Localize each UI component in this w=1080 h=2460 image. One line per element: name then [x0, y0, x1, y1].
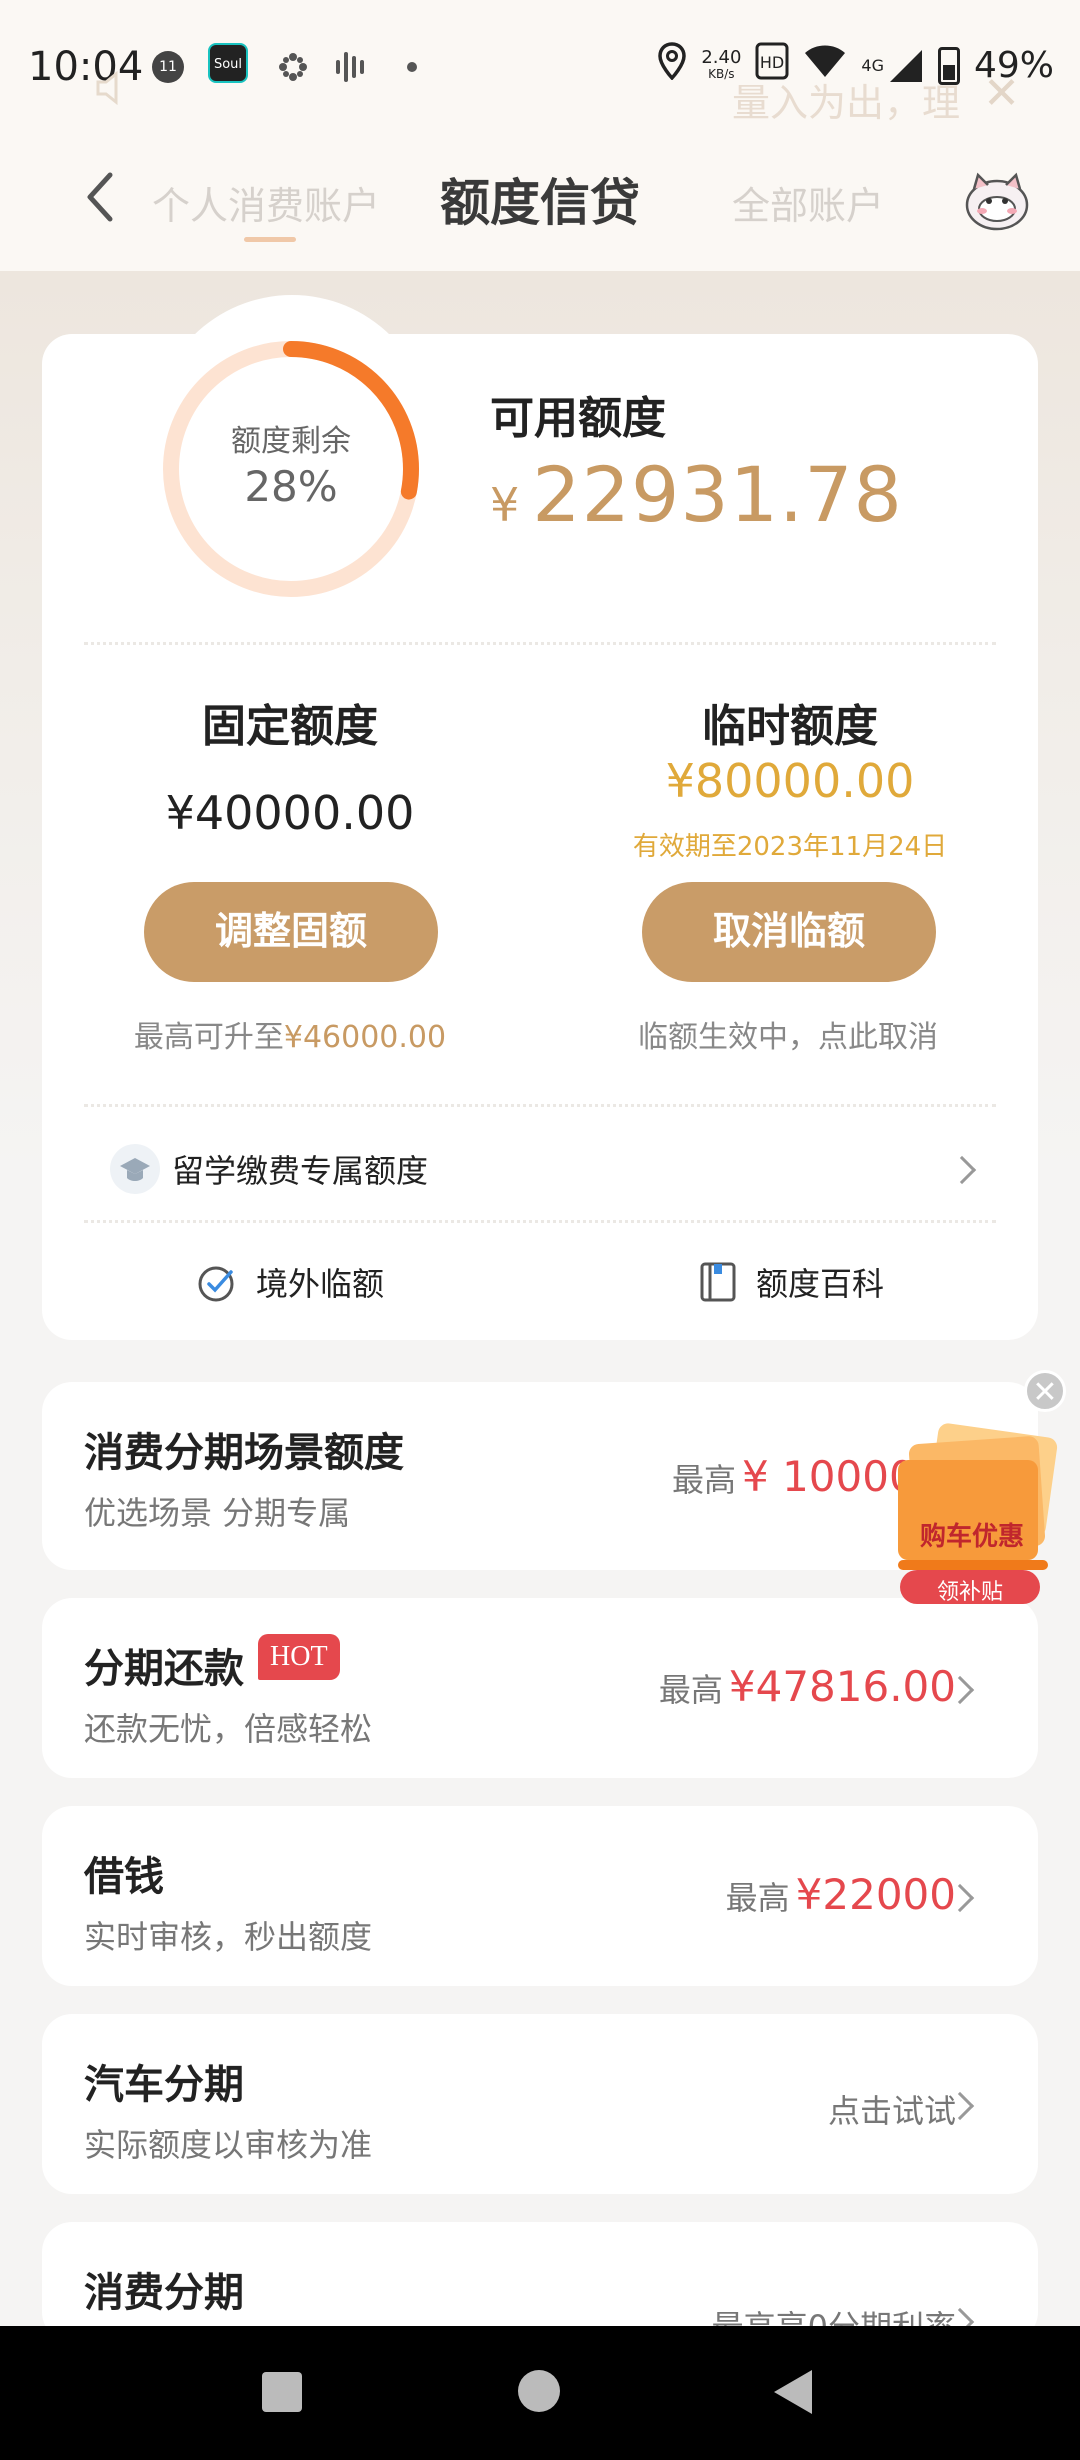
graduation-cap-icon — [110, 1144, 160, 1194]
overseas-temporary-quota-link[interactable]: 境外临额 — [196, 1254, 384, 1310]
temporary-quota-hint[interactable]: 临额生效中，点此取消 — [538, 1012, 1038, 1056]
back-icon[interactable] — [78, 165, 122, 229]
promo-button[interactable]: 领补贴 — [900, 1574, 1040, 1606]
ring-label: 额度剩余 — [231, 424, 351, 459]
list-item-installment-repayment[interactable]: 分期还款 HOT 还款无忧，倍感轻松 最高 ¥47816.00 — [42, 1598, 1038, 1778]
fixed-quota-title: 固定额度 — [202, 701, 378, 752]
top-navigation: 个人消费账户 额度信贷 全部账户 — [0, 135, 1080, 271]
recent-apps-icon[interactable] — [262, 2372, 302, 2412]
available-quota-title: 可用额度 — [490, 393, 666, 444]
ring-percent: 28% — [244, 462, 338, 511]
fixed-quota-hint[interactable]: 最高可升至¥46000.00 — [40, 1012, 540, 1056]
temporary-quota-validity: 有效期至2023年11月24日 — [632, 832, 948, 862]
study-abroad-label: 留学缴费专属额度 — [172, 1152, 429, 1190]
system-back-icon[interactable] — [774, 2370, 812, 2414]
car-purchase-promo[interactable]: 购车优惠 领补贴 — [892, 1420, 1072, 1610]
close-promo-icon[interactable]: ✕ — [1024, 1370, 1066, 1412]
list-item-car-installment[interactable]: 汽车分期 实际额度以审核为准 点击试试 — [42, 2014, 1038, 2194]
tab-credit-quota[interactable]: 额度信贷 — [440, 163, 640, 235]
hot-badge: HOT — [258, 1634, 340, 1680]
home-icon[interactable] — [518, 2370, 560, 2412]
chevron-right-icon — [947, 1155, 977, 1185]
quota-encyclopedia-link[interactable]: 额度百科 — [696, 1254, 884, 1310]
divider — [84, 642, 996, 645]
tab-underline — [244, 237, 296, 242]
tab-all-accounts[interactable]: 全部账户 — [732, 175, 884, 230]
study-abroad-quota-row[interactable]: 留学缴费专属额度 — [42, 1120, 1038, 1220]
temporary-quota-amount: ¥80000.00 — [665, 754, 915, 808]
list-item-borrow-money[interactable]: 借钱 实时审核，秒出额度 最高 ¥22000 — [42, 1806, 1038, 1986]
divider — [84, 1104, 996, 1107]
ticker-text: 量入为出，理 — [731, 81, 960, 125]
tab-personal-consumer-account[interactable]: 个人消费账户 — [152, 175, 380, 230]
speaker-icon — [94, 70, 134, 115]
available-quota-amount: ¥22931.78 — [490, 450, 903, 539]
divider — [84, 1220, 996, 1223]
close-icon[interactable]: ✕ — [983, 68, 1020, 119]
cancel-temporary-quota-button[interactable]: 取消临额 — [642, 882, 936, 982]
system-navigation-bar — [0, 2326, 1080, 2460]
fixed-quota-amount: ¥40000.00 — [165, 786, 415, 840]
list-item-consumer-installment[interactable]: 消费分期 最高享0分期利率 — [42, 2222, 1038, 2346]
ticker-banner[interactable]: 量入为出，理 ✕ — [40, 60, 1040, 132]
promo-title: 购车优惠 — [919, 1522, 1024, 1552]
remaining-quota-ring: 额度剩余 28% — [156, 334, 426, 604]
temporary-quota-title: 临时额度 — [702, 701, 878, 752]
adjust-fixed-quota-button[interactable]: 调整固额 — [144, 882, 438, 982]
book-icon — [696, 1260, 740, 1304]
globe-check-icon — [196, 1260, 240, 1304]
mascot-avatar-icon[interactable] — [962, 167, 1032, 235]
list-item-scenario-quota[interactable]: 消费分期场景额度 优选场景 分期专属 最高 ¥ 10000 — [42, 1382, 1038, 1570]
